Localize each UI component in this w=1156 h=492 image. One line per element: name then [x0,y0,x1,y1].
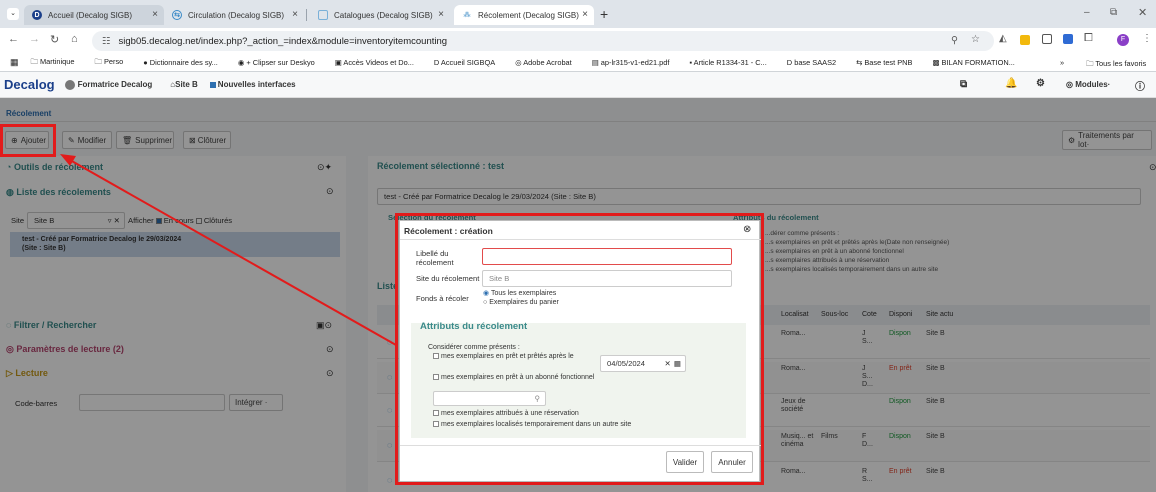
close-window-icon[interactable]: ✕ [1138,6,1147,19]
new-interfaces-checkbox[interactable] [209,81,216,88]
user-name[interactable]: Formatrice Decalog [78,80,153,89]
new-interfaces-label: Nouvelles interfaces [217,80,296,89]
all-bookmarks[interactable]: 🗀 Tous les favoris [1086,58,1156,71]
browser-tab-bar: ⌄ D Accueil (Decalog SIGB) × ⇆ Circulati… [0,0,1156,28]
back-icon[interactable]: ← [8,33,19,45]
restore-icon[interactable]: ⧉ [1110,7,1117,18]
site-info-icon[interactable]: ☷ [102,36,111,47]
modules-menu[interactable]: ◎ Modules· [1066,80,1110,89]
bookmark-item[interactable]: ▣ Accès Videos et Do... [335,58,424,67]
bookmark-item[interactable]: ◎ Adobe Acrobat [515,58,582,67]
app-logo: Decalog [4,77,55,92]
tab-accueil[interactable]: D Accueil (Decalog SIGB) × [24,5,164,25]
tab-title: Accueil (Decalog SIGB) [48,10,133,20]
close-tab-icon[interactable]: × [152,9,158,20]
site-name[interactable]: Site B [175,80,198,89]
tab-recolement[interactable]: ⁂ Récolement (Decalog SIGB) × [454,5,594,25]
zoom-icon[interactable]: ⚲ [951,35,958,46]
highlight-dialog [395,213,764,485]
highlight-add-button [0,124,56,157]
bell-icon[interactable]: 🔔 [1005,78,1017,89]
help-icon[interactable]: ⓘ [1135,78,1145,93]
tab-title: Récolement (Decalog SIGB) [478,10,579,20]
extension-screen-icon[interactable] [1042,34,1052,44]
bookmark-item[interactable]: ● Dictionnaire des sy... [143,58,228,67]
tab-search-icon[interactable]: ⌄ [7,8,19,20]
extensions-puzzle-icon[interactable]: ⧠ [1084,32,1093,45]
browser-menu-icon[interactable]: ⋮ [1142,33,1152,44]
bookmark-item[interactable]: 🗀 Martinique [31,56,85,69]
bookmark-item[interactable]: ⇆ Base test PNB [856,58,922,67]
profile-avatar[interactable]: F [1117,34,1129,46]
tab-title: Circulation (Decalog SIGB) [188,10,285,20]
reload-icon[interactable]: ↻ [50,33,59,46]
close-tab-icon[interactable]: × [292,9,298,20]
app-header: Decalog Formatrice Decalog ⌂ Site B Nouv… [0,72,1156,98]
extension-yellow-icon[interactable] [1020,35,1030,45]
url-text: sigb05.decalog.net/index.php?_action_=in… [118,35,448,47]
bookmarks-bar: ▦ 🗀 Martinique 🗀 Perso ● Dictionnaire de… [0,54,1156,72]
bookmark-star-icon[interactable]: ☆ [971,34,980,45]
bookmark-item[interactable]: D Accueil SIGBQA [434,58,505,67]
apps-grid-icon[interactable]: ▦ [10,57,19,68]
catalogue-favicon-icon [318,10,328,20]
close-tab-icon[interactable]: × [582,9,588,20]
extension-icon[interactable]: ◭ [999,33,1007,44]
user-avatar-icon [64,79,75,90]
tab-title: Catalogues (Decalog SIGB) [334,10,433,20]
bookmark-item[interactable]: ▤ ap-lr315-v1-ed21.pdf [592,58,680,67]
extension-blue-icon[interactable] [1063,34,1073,44]
bookmark-item[interactable]: ◉ + Clipser sur Deskyo [238,58,325,67]
address-bar[interactable]: ☷ sigb05.decalog.net/index.php?_action_=… [92,31,994,51]
screen-icon[interactable]: ⧉ [960,79,967,90]
settings-icon[interactable]: ⚙ [1036,78,1045,89]
bookmark-item[interactable]: ▩ BILAN FORMATION... [932,58,1024,67]
close-tab-icon[interactable]: × [438,9,444,20]
bookmarks-more[interactable]: » [1060,58,1064,67]
new-tab-icon[interactable]: + [600,6,608,22]
decalog-favicon-icon: D [32,10,42,20]
bookmark-item[interactable]: D base SAAS2 [787,58,846,67]
recolement-favicon-icon: ⁂ [463,12,471,19]
tab-circulation[interactable]: ⇆ Circulation (Decalog SIGB) × [164,5,304,25]
tab-separator [306,9,307,21]
forward-icon[interactable]: → [29,33,40,45]
bookmark-item[interactable]: ▪ Article R1334-31 - C... [689,58,776,67]
minimize-icon[interactable]: – [1084,7,1090,18]
home-icon[interactable]: ⌂ [71,33,78,45]
bookmark-item[interactable]: 🗀 Perso [94,56,133,69]
circulation-favicon-icon: ⇆ [172,10,182,20]
address-toolbar: ← → ↻ ⌂ ☷ sigb05.decalog.net/index.php?_… [0,28,1156,54]
tab-catalogues[interactable]: Catalogues (Decalog SIGB) × [310,5,450,25]
